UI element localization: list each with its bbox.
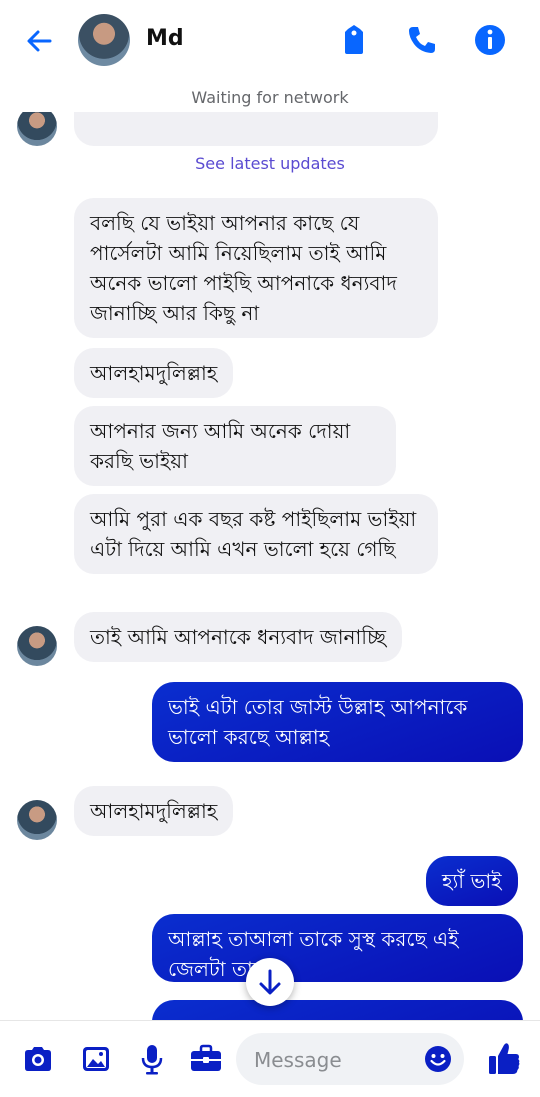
- message-bubble-outgoing[interactable]: আল্লাহ তাআলা তাকে সুস্থ করছে এই জেলটা তা…: [152, 914, 523, 982]
- contact-avatar[interactable]: [78, 14, 130, 66]
- tag-icon[interactable]: [336, 22, 372, 58]
- microphone-icon[interactable]: [134, 1041, 170, 1077]
- message-bubble-outgoing-partial[interactable]: [152, 1000, 523, 1020]
- message-list[interactable]: See latest updates বলছি যে ভাইয়া আপনার …: [0, 112, 540, 1020]
- network-status: Waiting for network: [191, 88, 349, 107]
- emoji-icon[interactable]: [422, 1043, 454, 1075]
- message-input-container[interactable]: [236, 1033, 464, 1085]
- composer-bar: [0, 1020, 540, 1097]
- camera-icon[interactable]: [20, 1041, 56, 1077]
- info-icon[interactable]: [472, 22, 508, 58]
- message-bubble-incoming[interactable]: বলছি যে ভাইয়া আপনার কাছে যে পার্সেলটা আ…: [74, 198, 438, 338]
- briefcase-icon[interactable]: [188, 1041, 224, 1077]
- message-bubble-outgoing[interactable]: ভাই এটা তোর জাস্ট উল্লাহ আপনাকে ভালো করছ…: [152, 682, 523, 762]
- message-bubble-incoming[interactable]: আমি পুরা এক বছর কষ্ট পাইছিলাম ভাইয়া এটা…: [74, 494, 438, 574]
- contact-name[interactable]: Md: [146, 26, 184, 51]
- thumbs-up-icon[interactable]: [484, 1039, 524, 1079]
- sender-avatar[interactable]: [17, 800, 57, 840]
- see-latest-updates-link[interactable]: See latest updates: [0, 154, 540, 173]
- message-bubble-previous[interactable]: [74, 112, 438, 146]
- phone-icon[interactable]: [404, 22, 440, 58]
- message-bubble-incoming[interactable]: আলহামদুলিল্লাহ: [74, 786, 234, 836]
- sender-avatar[interactable]: [17, 626, 57, 666]
- message-bubble-incoming[interactable]: আলহামদুলিল্লাহ: [74, 348, 234, 398]
- back-arrow-icon[interactable]: [22, 24, 56, 58]
- image-icon[interactable]: [78, 1041, 114, 1077]
- arrow-down-icon: [259, 969, 281, 995]
- message-bubble-incoming[interactable]: তাই আমি আপনাকে ধন্যবাদ জানাচ্ছি: [74, 612, 402, 662]
- message-bubble-incoming[interactable]: আপনার জন্য আমি অনেক দোয়া করছি ভাইয়া: [74, 406, 396, 486]
- scroll-to-bottom-button[interactable]: [246, 958, 294, 1006]
- message-bubble-outgoing[interactable]: হ্যাঁ ভাই: [426, 856, 518, 906]
- chat-header: Md: [0, 0, 540, 84]
- message-input[interactable]: [252, 1045, 416, 1075]
- sender-avatar[interactable]: [17, 112, 57, 146]
